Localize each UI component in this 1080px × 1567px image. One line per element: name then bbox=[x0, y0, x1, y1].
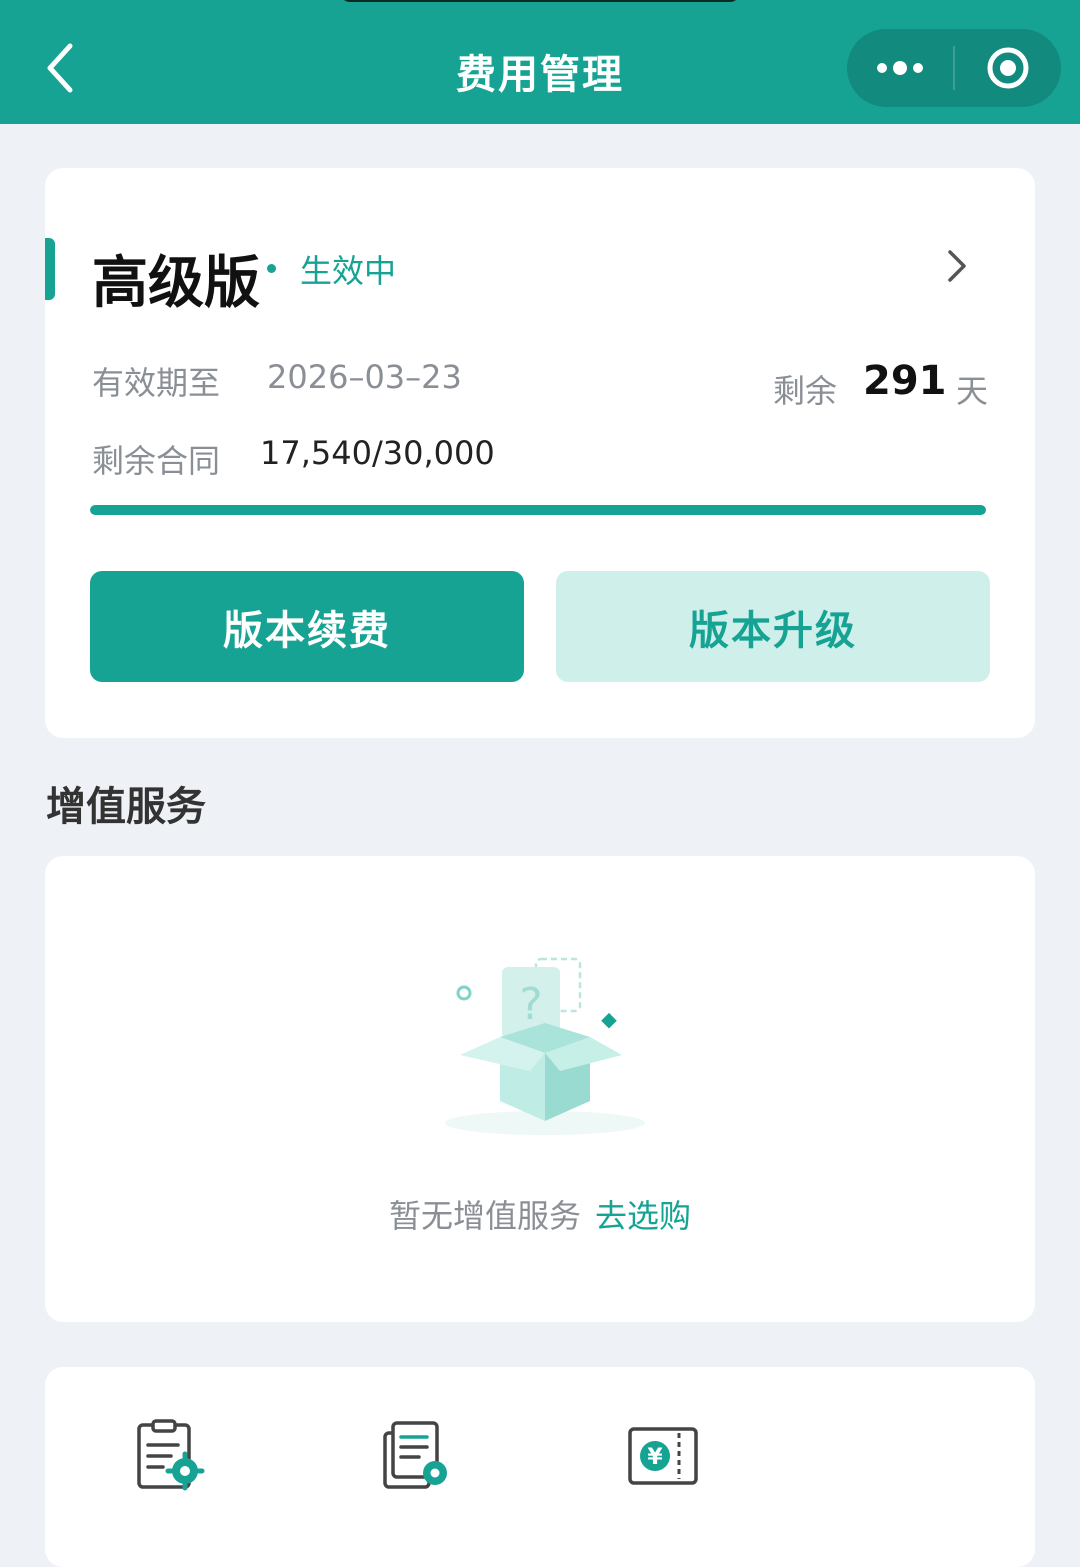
nav-header: 费用管理 bbox=[0, 0, 1080, 124]
status-dot bbox=[267, 264, 276, 273]
section-title: 增值服务 bbox=[46, 784, 206, 830]
remaining-days: 291 bbox=[863, 358, 947, 404]
empty-state: 暂无增值服务 去选购 bbox=[45, 1191, 1035, 1237]
yuan-ticket-icon[interactable]: ¥ bbox=[627, 1419, 699, 1491]
contract-label: 剩余合同 bbox=[92, 442, 221, 480]
svg-text:¥: ¥ bbox=[647, 1445, 663, 1470]
empty-box-icon: ? bbox=[445, 957, 645, 1135]
document-stack-gear-icon[interactable] bbox=[381, 1419, 453, 1491]
plan-card: 高级版 生效中 有效期至 2026–03–23 剩余 291 天 剩余合同 17… bbox=[45, 168, 1035, 738]
renew-button[interactable]: 版本续费 bbox=[90, 571, 524, 682]
tools-card: ¥ bbox=[45, 1367, 1035, 1567]
expiry-label: 有效期至 bbox=[92, 364, 221, 402]
remaining-label: 剩余 bbox=[773, 372, 838, 410]
more-dots-icon bbox=[877, 61, 923, 75]
value-added-card: ? 暂无增值服务 去选购 bbox=[45, 856, 1035, 1322]
clipboard-gear-icon[interactable] bbox=[133, 1419, 205, 1491]
remaining-unit: 天 bbox=[956, 372, 989, 410]
status-badge: 生效中 bbox=[300, 252, 397, 290]
accent-bar bbox=[45, 238, 55, 300]
chevron-right-icon[interactable] bbox=[938, 246, 978, 286]
mini-program-capsule bbox=[847, 29, 1061, 107]
more-button[interactable] bbox=[847, 29, 953, 107]
target-circle-icon bbox=[987, 47, 1029, 89]
contract-value: 17,540/30,000 bbox=[260, 434, 495, 472]
close-button[interactable] bbox=[955, 29, 1061, 107]
status-notch bbox=[340, 0, 740, 2]
empty-text: 暂无增值服务 bbox=[388, 1197, 581, 1235]
expiry-value: 2026–03–23 bbox=[267, 358, 462, 396]
plan-name: 高级版 bbox=[92, 251, 260, 316]
upgrade-button[interactable]: 版本升级 bbox=[556, 571, 990, 682]
shop-link[interactable]: 去选购 bbox=[595, 1197, 691, 1235]
svg-text:?: ? bbox=[519, 979, 542, 1030]
contract-progress bbox=[90, 505, 986, 515]
contract-progress-fill bbox=[90, 505, 986, 515]
